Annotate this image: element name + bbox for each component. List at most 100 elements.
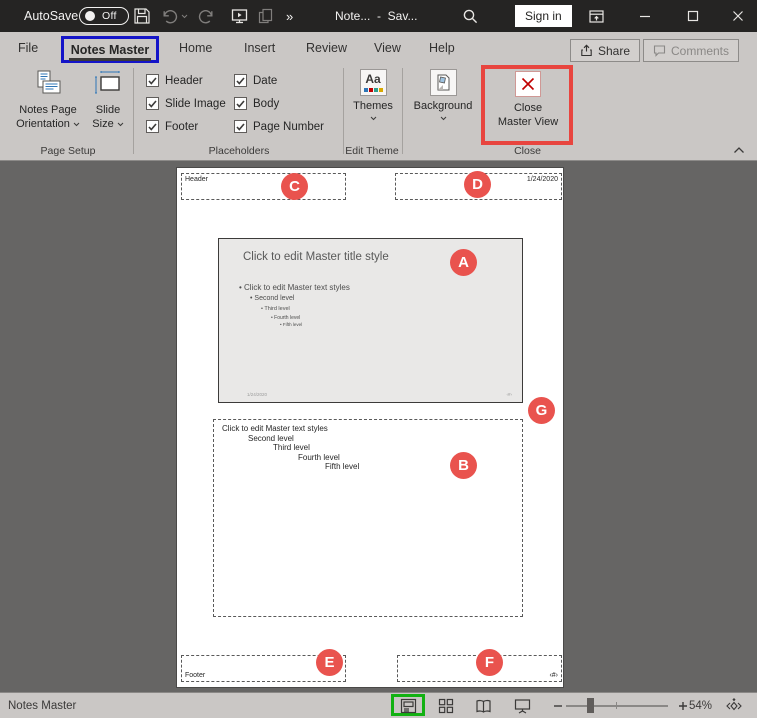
chevron-up-icon — [733, 146, 745, 154]
annotation-circle-c: C — [281, 173, 308, 200]
copy-icon — [257, 7, 274, 25]
comments-icon — [653, 44, 666, 57]
normal-view-button[interactable] — [396, 696, 420, 716]
body-line-level4: Fourth level — [298, 453, 340, 462]
group-label-page-setup: Page Setup — [8, 145, 128, 157]
undo-icon — [161, 8, 178, 25]
checkbox-body[interactable]: Body — [234, 96, 324, 111]
minimize-icon — [639, 10, 651, 22]
undo-button[interactable] — [161, 0, 178, 32]
status-bar: Notes Master — [0, 692, 757, 718]
themes-button[interactable]: Aa Themes — [348, 69, 398, 121]
save-icon — [133, 7, 151, 25]
checkbox-page-number[interactable]: Page Number — [234, 119, 324, 134]
copy-button[interactable] — [257, 0, 274, 32]
body-line-level3: Third level — [273, 443, 310, 452]
start-slideshow-button[interactable] — [230, 0, 249, 32]
sign-in-button[interactable]: Sign in — [515, 5, 572, 27]
checked-checkbox-icon — [234, 97, 247, 110]
minimize-button[interactable] — [628, 0, 662, 32]
checkbox-header[interactable]: Header — [146, 73, 226, 88]
zoom-slider-thumb[interactable] — [587, 698, 594, 713]
undo-dropdown[interactable] — [181, 0, 188, 32]
toggle-knob-icon — [85, 11, 95, 21]
tab-notes-master-label: Notes Master — [71, 43, 150, 57]
orientation-label-line1: Notes Page — [19, 103, 76, 117]
slideshow-icon — [230, 7, 249, 25]
fit-to-window-button[interactable] — [722, 696, 746, 716]
header-placeholder[interactable]: Header — [181, 173, 346, 200]
checkbox-footer[interactable]: Footer — [146, 119, 226, 134]
body-line-level5: Fifth level — [325, 462, 359, 471]
ribbon-display-options-icon — [588, 8, 605, 25]
slide-size-label-line1: Slide — [96, 103, 120, 117]
slide-bullet-level1: Click to edit Master text styles — [239, 283, 350, 292]
zoom-slider-midpoint — [616, 702, 617, 709]
share-icon — [580, 44, 593, 57]
group-divider — [133, 68, 134, 154]
checkbox-date-label: Date — [253, 75, 277, 87]
tab-insert[interactable]: Insert — [242, 32, 277, 64]
sign-in-label: Sign in — [525, 9, 562, 23]
date-placeholder-text: 1/24/2020 — [527, 176, 558, 183]
ribbon-display-options-button[interactable] — [588, 0, 605, 32]
save-button[interactable] — [133, 0, 151, 32]
tab-file[interactable]: File — [16, 32, 40, 64]
collapse-ribbon-button[interactable] — [733, 146, 745, 154]
chevron-down-icon — [73, 122, 80, 127]
minus-icon — [553, 701, 563, 711]
zoom-level[interactable]: 54% — [689, 693, 712, 718]
chevron-down-icon — [370, 116, 377, 121]
comments-button[interactable]: Comments — [643, 39, 739, 62]
annotation-circle-d: D — [464, 171, 491, 198]
checkbox-footer-label: Footer — [165, 121, 198, 133]
slideshow-view-button[interactable] — [510, 696, 534, 716]
group-label-edit-theme: Edit Theme — [345, 145, 399, 157]
checkbox-slide-image-label: Slide Image — [165, 98, 226, 110]
checkbox-slide-image[interactable]: Slide Image — [146, 96, 226, 111]
tab-view[interactable]: View — [372, 32, 403, 64]
search-button[interactable] — [462, 0, 479, 32]
quick-access-overflow-button[interactable]: » — [286, 0, 293, 32]
slide-sorter-view-button[interactable] — [434, 696, 458, 716]
background-label: Background — [414, 99, 473, 113]
checked-checkbox-icon — [234, 120, 247, 133]
slide-footer-date: 1/24/2020 — [247, 392, 267, 397]
checkbox-date[interactable]: Date — [234, 73, 324, 88]
background-button[interactable]: Background — [408, 69, 478, 121]
themes-label: Themes — [353, 99, 393, 113]
tab-home[interactable]: Home — [177, 32, 214, 64]
autosave-toggle[interactable]: Off — [79, 0, 129, 32]
close-window-button[interactable] — [721, 0, 755, 32]
search-icon — [462, 8, 479, 25]
group-label-placeholders: Placeholders — [160, 145, 318, 157]
reading-view-button[interactable] — [471, 696, 495, 716]
share-label: Share — [598, 44, 630, 58]
tab-review[interactable]: Review — [304, 32, 349, 64]
slide-size-icon — [93, 70, 123, 98]
slide-bullet-level3: Third level — [261, 306, 290, 312]
chevron-down-icon — [117, 122, 124, 127]
slide-footer-number: ‹#› — [507, 392, 513, 397]
annotation-box-notes-master-tab: Notes Master — [61, 36, 159, 63]
notes-page-orientation-button[interactable]: Notes Page Orientation — [12, 70, 84, 131]
tab-notes-master[interactable]: Notes Master — [71, 39, 150, 60]
slideshow-view-icon — [514, 698, 531, 714]
redo-button[interactable] — [198, 0, 215, 32]
reading-view-icon — [475, 699, 492, 714]
maximize-button[interactable] — [676, 0, 710, 32]
slide-size-button[interactable]: Slide Size — [84, 70, 132, 131]
tab-help[interactable]: Help — [427, 32, 457, 64]
annotation-box-close-master-view — [481, 65, 573, 145]
header-placeholder-text: Header — [185, 176, 208, 183]
zoom-slider-track[interactable] — [566, 705, 668, 707]
statusbar-view-name: Notes Master — [8, 693, 76, 718]
slide-image-placeholder[interactable]: Click to edit Master title style Click t… — [218, 238, 523, 403]
orientation-label-line2: Orientation — [16, 117, 70, 131]
body-placeholder[interactable]: Click to edit Master text styles Second … — [213, 419, 523, 617]
close-icon — [732, 10, 744, 22]
normal-view-icon — [400, 698, 417, 714]
placeholders-column-1: Header Slide Image Footer — [146, 73, 226, 142]
document-title: Note... - Sav... — [335, 0, 417, 32]
share-button[interactable]: Share — [570, 39, 640, 62]
